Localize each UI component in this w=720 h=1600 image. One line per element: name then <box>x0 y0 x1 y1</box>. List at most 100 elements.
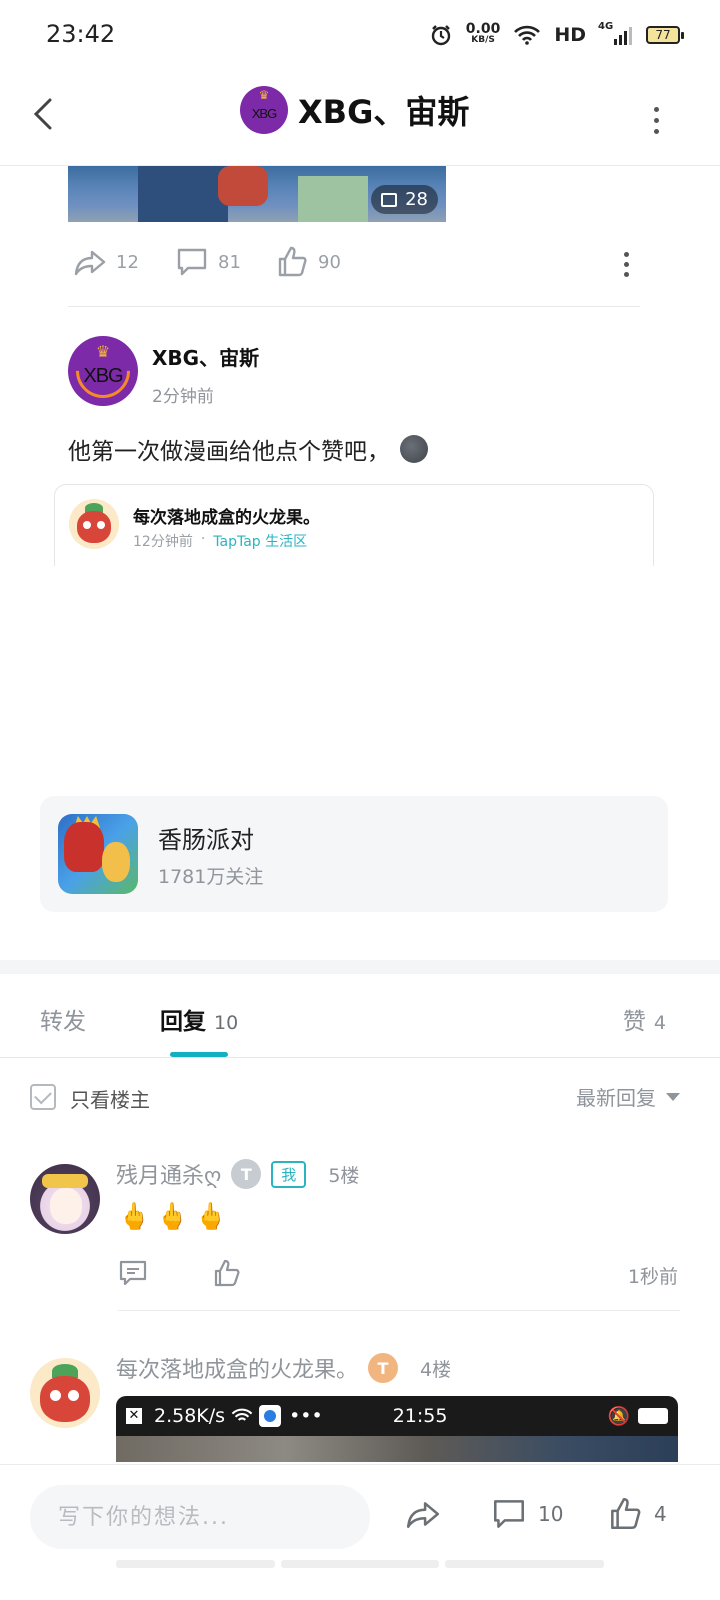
sort-label: 最新回复 <box>576 1086 656 1110</box>
embedded-status-bar: ✕ 2.58K/s ••• 21:55 🔕 <box>116 1396 678 1436</box>
embedded-time: 21:55 <box>392 1405 448 1427</box>
cellular-signal-icon: 4G <box>598 21 632 45</box>
share-button[interactable] <box>404 1495 442 1533</box>
header-avatar[interactable]: ♛ XBG <box>240 86 288 134</box>
like-button[interactable]: 4 <box>606 1495 667 1533</box>
comment-text: 🖕🖕🖕 <box>118 1202 234 1232</box>
comment-image[interactable]: ✕ 2.58K/s ••• 21:55 🔕 <box>116 1396 678 1462</box>
embedded-net-speed: 2.58K/s <box>154 1405 226 1427</box>
floor-number: 4楼 <box>420 1358 452 1381</box>
comment-header: 每次落地成盒的火龙果。 T 4楼 <box>116 1352 451 1384</box>
net-speed-unit: KB/S <box>471 35 495 45</box>
comment-count: 81 <box>218 251 241 273</box>
image-count: 28 <box>405 189 428 210</box>
avatar-logo-text: XBG <box>251 105 277 121</box>
comment-icon <box>177 248 207 276</box>
comment-time: 1秒前 <box>627 1266 678 1288</box>
like-count: 90 <box>318 251 341 273</box>
comment-icon <box>494 1500 524 1528</box>
mute-icon: 🔕 <box>607 1405 630 1427</box>
tab-likes-label: 赞 <box>622 1009 646 1035</box>
comment-author-name[interactable]: 每次落地成盒的火龙果。 <box>116 1352 358 1384</box>
comment-button[interactable]: 10 <box>490 1495 563 1533</box>
post-image[interactable]: 28 <box>68 166 446 222</box>
game-card[interactable]: 香肠派对 1781万关注 <box>40 796 668 912</box>
wifi-icon <box>514 25 541 45</box>
header-user[interactable]: ♛ XBG XBG、宙斯 <box>240 86 469 134</box>
net-speed: 0.00 KB/S <box>465 21 501 46</box>
share-action[interactable]: 12 <box>72 244 139 280</box>
navigation-hint <box>116 1560 605 1568</box>
game-followers: 1781万关注 <box>158 866 264 888</box>
post-body: 他第一次做漫画给他点个赞吧， <box>68 432 428 466</box>
tab-likes[interactable]: 赞 4 <box>623 1002 666 1036</box>
quoted-time: 12分钟前 <box>133 534 193 550</box>
top-bar: ♛ XBG XBG、宙斯 <box>0 70 720 166</box>
app-icon <box>259 1405 282 1427</box>
tab-replies-label: 回复 <box>160 1009 206 1035</box>
game-icon <box>58 814 138 894</box>
quoted-separator: · <box>200 531 206 547</box>
back-button[interactable] <box>26 92 66 136</box>
battery-icon <box>638 1408 668 1424</box>
comment-input[interactable] <box>30 1485 370 1549</box>
level-badge: T <box>368 1353 399 1383</box>
comment-avatar[interactable] <box>30 1358 100 1428</box>
quoted-author-avatar <box>69 499 119 549</box>
status-icons: 0.00 KB/S HD 4G 77 <box>430 20 684 50</box>
net-speed-value: 0.00 <box>465 21 501 37</box>
battery-icon: 77 <box>646 26 684 44</box>
tab-replies[interactable]: 回复 10 <box>160 1002 238 1036</box>
tab-bar: 转发 回复 10 赞 4 <box>0 974 720 1058</box>
post-text: 他第一次做漫画给他点个赞吧， <box>68 439 390 465</box>
tab-indicator <box>170 1052 228 1057</box>
post-more-button[interactable] <box>614 250 638 278</box>
me-badge: 我 <box>271 1160 307 1188</box>
chevron-down-icon <box>666 1092 680 1101</box>
hd-indicator: HD <box>554 24 586 46</box>
divider <box>68 306 640 307</box>
game-name: 香肠派对 <box>158 826 254 854</box>
divider <box>118 1310 680 1311</box>
image-icon <box>381 192 398 207</box>
comment-actions: 1秒前 <box>118 1258 678 1292</box>
tab-repost-label: 转发 <box>40 1009 86 1035</box>
comment-action[interactable]: 81 <box>174 244 241 280</box>
tab-likes-count: 4 <box>653 1012 666 1034</box>
share-count: 12 <box>116 251 139 273</box>
only-op-label[interactable]: 只看楼主 <box>70 1084 150 1113</box>
share-icon <box>406 1502 440 1528</box>
post-author-avatar[interactable]: ♛ XBG <box>68 336 138 406</box>
sort-dropdown[interactable]: 最新回复 <box>576 1082 680 1111</box>
post-actions: 12 81 90 <box>72 244 642 288</box>
comment-header: 残月通杀ღ T 我 5楼 <box>116 1158 359 1190</box>
comment-avatar[interactable] <box>30 1164 100 1234</box>
like-action[interactable]: 90 <box>274 244 341 280</box>
bottom-bar: 10 4 <box>0 1464 720 1568</box>
status-time: 23:42 <box>46 20 116 48</box>
tab-replies-count: 10 <box>214 1012 239 1034</box>
thumbs-up-icon[interactable] <box>212 1258 242 1288</box>
filter-row: 只看楼主 最新回复 <box>30 1080 680 1116</box>
quoted-meta: 12分钟前 · TapTap 生活区 <box>133 531 307 551</box>
post-time: 2分钟前 <box>152 387 214 407</box>
thumbs-up-icon <box>278 246 307 277</box>
post-author-name[interactable]: XBG、宙斯 <box>152 342 259 371</box>
alarm-icon <box>431 25 450 46</box>
tab-repost[interactable]: 转发 <box>40 1002 86 1036</box>
close-icon: ✕ <box>126 1408 142 1424</box>
status-bar: 23:42 0.00 KB/S HD 4G 77 <box>0 0 720 70</box>
comment-author-name[interactable]: 残月通杀ღ <box>116 1158 221 1190</box>
section-divider <box>0 960 720 974</box>
comment-count: 10 <box>538 1502 564 1526</box>
moon-emoji-icon <box>400 435 428 463</box>
more-options-button[interactable] <box>644 100 668 140</box>
like-count: 4 <box>654 1502 667 1526</box>
quoted-forum-tag[interactable]: TapTap 生活区 <box>213 531 307 551</box>
floor-number: 5楼 <box>328 1164 360 1187</box>
quoted-post-card[interactable]: 每次落地成盒的火龙果。 12分钟前 · TapTap 生活区 <box>54 484 654 566</box>
thumbs-up-icon <box>611 1497 641 1529</box>
quoted-author-name: 每次落地成盒的火龙果。 <box>133 508 320 528</box>
only-op-checkbox[interactable] <box>30 1084 56 1110</box>
reply-icon[interactable] <box>118 1258 148 1288</box>
